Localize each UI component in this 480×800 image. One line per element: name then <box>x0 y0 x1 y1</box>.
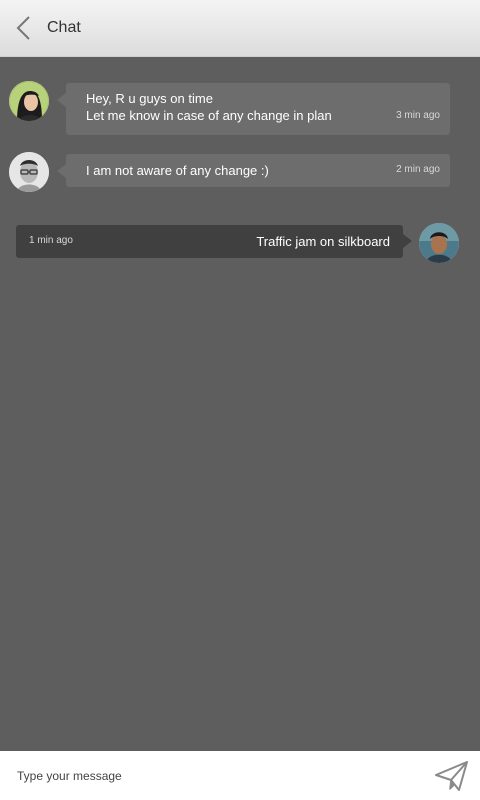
avatar[interactable] <box>9 152 49 192</box>
avatar[interactable] <box>419 223 459 263</box>
message-text-line: I am not aware of any change :) <box>86 163 269 178</box>
message-bubble-incoming[interactable]: I am not aware of any change :) 2 min ag… <box>57 154 450 187</box>
message-timestamp: 2 min ago <box>396 164 440 175</box>
avatar[interactable] <box>9 81 49 121</box>
message-timestamp: 1 min ago <box>29 235 73 246</box>
send-button[interactable] <box>434 759 470 793</box>
back-button[interactable] <box>10 12 40 44</box>
message-text-line: Traffic jam on silkboard <box>256 234 390 249</box>
page-title: Chat <box>47 19 81 36</box>
message-text-line: Let me know in case of any change in pla… <box>86 108 332 123</box>
avatar-man-icon <box>419 223 459 263</box>
avatar-woman-icon <box>9 81 49 121</box>
message-composer <box>0 751 480 800</box>
message-input[interactable] <box>8 761 427 791</box>
avatar-man-glasses-icon <box>9 152 49 192</box>
message-timestamp: 3 min ago <box>396 110 440 121</box>
message-bubble-incoming[interactable]: Hey, R u guys on time Let me know in cas… <box>57 83 450 135</box>
chevron-left-icon <box>10 12 40 44</box>
message-bubble-outgoing[interactable]: 1 min ago Traffic jam on silkboard <box>16 225 412 258</box>
send-paper-plane-icon <box>434 759 470 793</box>
message-text-line: Hey, R u guys on time <box>86 91 213 106</box>
app-header: Chat <box>0 0 480 57</box>
